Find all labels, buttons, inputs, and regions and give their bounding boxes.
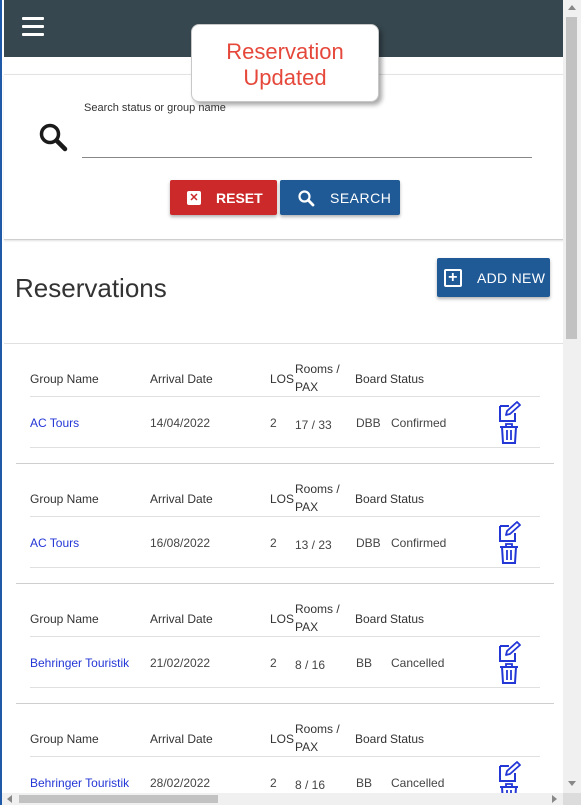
board-value: BB (356, 656, 373, 670)
page-title: Reservations (15, 273, 167, 303)
group-name-link[interactable]: Behringer Touristik (30, 776, 129, 790)
los-value: 2 (270, 776, 277, 790)
board-value: DBB (356, 536, 381, 550)
column-header: LOS (270, 612, 295, 626)
table-row: AC Tours 14/04/2022 2 17 / 33 DBB Confir… (30, 398, 540, 448)
arrival-date: 16/08/2022 (150, 536, 211, 550)
los-value: 2 (270, 416, 277, 430)
edit-icon[interactable] (497, 761, 521, 783)
trash-icon[interactable] (499, 662, 519, 684)
edit-icon[interactable] (497, 401, 521, 423)
search-label: Search status or group name (84, 102, 226, 114)
table-header: Group Name Arrival Date LOS Rooms / PAX … (30, 584, 540, 637)
column-header: Status (390, 612, 425, 626)
edit-icon[interactable] (497, 521, 521, 543)
toast-notification: Reservation Updated (191, 24, 379, 102)
column-header: Board (355, 612, 388, 626)
scroll-right-arrow-icon[interactable] (552, 795, 557, 803)
search-button-label: SEARCH (330, 189, 392, 206)
reservation-card: Group Name Arrival Date LOS Rooms / PAX … (16, 464, 554, 584)
rooms-pax-value: 13 / 23 (295, 538, 332, 552)
add-new-button[interactable]: + ADD NEW (437, 258, 550, 297)
scrollbar-corner (563, 793, 581, 805)
scroll-down-arrow-icon[interactable] (568, 781, 576, 786)
reservation-card: Group Name Arrival Date LOS Rooms / PAX … (16, 344, 554, 464)
column-header: Board (355, 492, 388, 506)
column-header: Rooms / PAX (295, 722, 340, 754)
column-header: Arrival Date (150, 732, 213, 746)
table-header: Group Name Arrival Date LOS Rooms / PAX … (30, 464, 540, 517)
reservation-card: Group Name Arrival Date LOS Rooms / PAX … (16, 704, 554, 793)
group-name-link[interactable]: Behringer Touristik (30, 656, 129, 670)
column-header: Rooms / PAX (295, 482, 340, 514)
column-header: Group Name (30, 372, 99, 386)
reset-button-label: RESET (216, 189, 263, 206)
column-header: Arrival Date (150, 372, 213, 386)
reset-button[interactable]: ✕ RESET (170, 180, 277, 215)
column-header: Arrival Date (150, 612, 213, 626)
column-header: Rooms / PAX (295, 602, 340, 634)
column-header: Group Name (30, 492, 99, 506)
horizontal-scroll-thumb[interactable] (19, 795, 218, 803)
column-header: LOS (270, 492, 295, 506)
column-header: Board (355, 732, 388, 746)
edit-icon[interactable] (497, 641, 521, 663)
los-value: 2 (270, 656, 277, 670)
column-header: Rooms / PAX (295, 362, 340, 394)
search-button[interactable]: SEARCH (280, 180, 400, 215)
reservation-list: Group Name Arrival Date LOS Rooms / PAX … (4, 343, 565, 793)
arrival-date: 21/02/2022 (150, 656, 211, 670)
group-name-link[interactable]: AC Tours (30, 536, 79, 550)
search-input[interactable] (82, 118, 532, 158)
group-name-link[interactable]: AC Tours (30, 416, 79, 430)
status-value: Confirmed (391, 536, 447, 550)
column-header: LOS (270, 732, 295, 746)
column-header: Arrival Date (150, 492, 213, 506)
status-value: Confirmed (391, 416, 447, 430)
plus-icon: + (444, 268, 462, 287)
search-icon (39, 123, 68, 152)
rooms-pax-value: 17 / 33 (295, 418, 332, 432)
arrival-date: 14/04/2022 (150, 416, 211, 430)
board-value: BB (356, 776, 373, 790)
table-row: AC Tours 16/08/2022 2 13 / 23 DBB Confir… (30, 518, 540, 568)
trash-icon[interactable] (499, 542, 519, 564)
reservation-card: Group Name Arrival Date LOS Rooms / PAX … (16, 584, 554, 704)
search-icon (298, 189, 315, 206)
status-value: Cancelled (391, 776, 445, 790)
column-header: Group Name (30, 732, 99, 746)
rooms-pax-value: 8 / 16 (295, 658, 326, 672)
status-value: Cancelled (391, 656, 445, 670)
board-value: DBB (356, 416, 381, 430)
add-new-button-label: ADD NEW (477, 269, 546, 286)
hamburger-icon[interactable] (22, 17, 44, 37)
los-value: 2 (270, 536, 277, 550)
column-header: LOS (270, 372, 295, 386)
app-frame: Search status or group name ✕ RESET SEAR… (0, 0, 583, 805)
vertical-scroll-thumb[interactable] (566, 17, 577, 339)
column-header: Status (390, 492, 425, 506)
close-icon: ✕ (187, 190, 201, 205)
trash-icon[interactable] (499, 782, 519, 793)
table-header: Group Name Arrival Date LOS Rooms / PAX … (30, 344, 540, 397)
column-header: Status (390, 732, 425, 746)
rooms-pax-value: 8 / 16 (295, 778, 326, 792)
vertical-scrollbar[interactable] (563, 0, 581, 793)
arrival-date: 28/02/2022 (150, 776, 211, 790)
column-header: Group Name (30, 612, 99, 626)
table-row: Behringer Touristik 28/02/2022 2 8 / 16 … (30, 758, 540, 793)
horizontal-scrollbar[interactable] (2, 793, 563, 805)
scroll-up-arrow-icon[interactable] (568, 5, 576, 10)
table-row: Behringer Touristik 21/02/2022 2 8 / 16 … (30, 638, 540, 688)
scroll-left-arrow-icon[interactable] (7, 795, 12, 803)
column-header: Status (390, 372, 425, 386)
table-header: Group Name Arrival Date LOS Rooms / PAX … (30, 704, 540, 757)
trash-icon[interactable] (499, 422, 519, 444)
column-header: Board (355, 372, 388, 386)
